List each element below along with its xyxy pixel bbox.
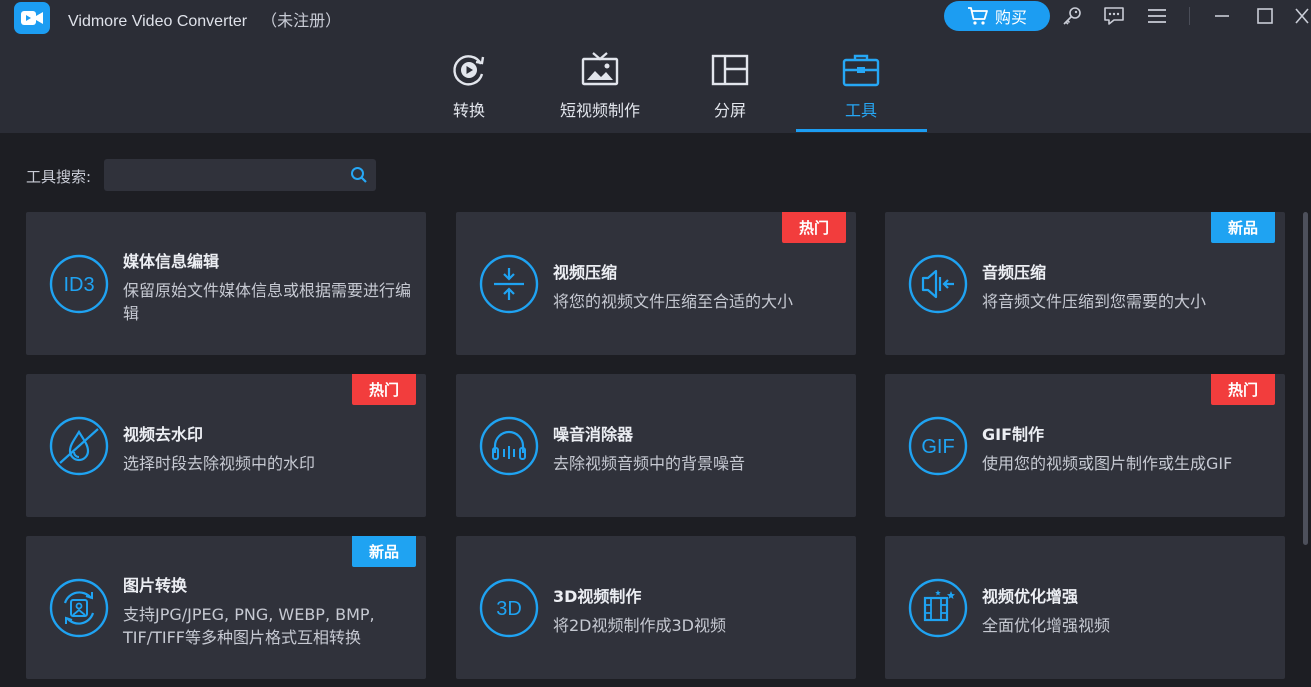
tool-description: 将您的视频文件压缩至合适的大小: [553, 292, 794, 311]
tab-short-video[interactable]: 短视频制作: [550, 50, 650, 133]
gif-icon: GIF: [908, 416, 968, 476]
headphones-icon: [479, 416, 539, 476]
tool-description: 使用您的视频或图片制作或生成GIF: [982, 454, 1233, 473]
search-icon[interactable]: [348, 165, 370, 185]
hot-badge: 热门: [1211, 374, 1275, 405]
enhance-icon: [908, 578, 968, 638]
tool-card-image-convert[interactable]: 新品 图片转换 支持JPG/JPEG, PNG, WEBP, BMP, TIF/…: [26, 536, 426, 679]
menu-icon[interactable]: [1144, 4, 1170, 28]
maximize-icon[interactable]: [1252, 4, 1278, 28]
image-convert-icon: [49, 578, 109, 638]
tool-title: 媒体信息编辑: [123, 252, 220, 271]
tool-description: 全面优化增强视频: [982, 616, 1111, 635]
tool-card-3d-maker[interactable]: 3D 3D视频制作 将2D视频制作成3D视频: [456, 536, 856, 679]
svg-text:GIF: GIF: [921, 436, 954, 458]
id3-icon: ID3: [49, 254, 109, 314]
tool-card-video-enhance[interactable]: 视频优化增强 全面优化增强视频: [885, 536, 1285, 679]
title-bar: Vidmore Video Converter （未注册） 购买 转换 短视频制…: [0, 0, 1311, 133]
tool-card-media-info[interactable]: ID3 媒体信息编辑 保留原始文件媒体信息或根据需要进行编辑: [26, 212, 426, 355]
tool-description: 去除视频音频中的背景噪音: [553, 454, 746, 473]
buy-label: 购买: [994, 8, 1027, 27]
tool-card-gif-maker[interactable]: 热门 GIF GIF制作 使用您的视频或图片制作或生成GIF: [885, 374, 1285, 517]
tool-description: 支持JPG/JPEG, PNG, WEBP, BMP, TIF/TIFF等多种图…: [123, 605, 375, 647]
tool-title: 视频优化增强: [982, 587, 1079, 606]
tool-card-noise-remover[interactable]: 噪音消除器 去除视频音频中的背景噪音: [456, 374, 856, 517]
feedback-icon[interactable]: [1101, 4, 1127, 28]
tab-tools-label: 工具: [844, 101, 877, 120]
hot-badge: 热门: [782, 212, 846, 243]
tab-split-screen[interactable]: 分屏: [699, 50, 761, 133]
tool-description: 将音频文件压缩到您需要的大小: [982, 292, 1207, 311]
tool-card-video-compress[interactable]: 热门 视频压缩 将您的视频文件压缩至合适的大小: [456, 212, 856, 355]
tab-convert[interactable]: 转换: [438, 50, 500, 133]
svg-text:ID3: ID3: [63, 274, 94, 296]
tool-card-watermark-remove[interactable]: 热门 视频去水印 选择时段去除视频中的水印: [26, 374, 426, 517]
buy-button[interactable]: 购买: [944, 1, 1050, 31]
watermark-remove-icon: [49, 416, 109, 476]
active-tab-indicator: [796, 129, 927, 132]
app-title: Vidmore Video Converter （未注册）: [68, 7, 341, 31]
close-icon[interactable]: [1293, 4, 1311, 28]
scrollbar[interactable]: [1303, 212, 1308, 545]
tool-title: 视频去水印: [123, 425, 204, 444]
svg-text:3D: 3D: [496, 598, 522, 620]
split-screen-icon: [711, 54, 749, 86]
search-input[interactable]: [104, 159, 342, 191]
minimize-icon[interactable]: [1209, 4, 1235, 28]
tool-title: 视频压缩: [553, 263, 618, 282]
app-logo-icon: [14, 2, 50, 34]
tab-short-video-label: 短视频制作: [559, 101, 640, 120]
tab-tools[interactable]: 工具: [830, 50, 892, 133]
new-badge: 新品: [352, 536, 416, 567]
search-label: 工具搜索:: [26, 168, 92, 186]
tool-description: 选择时段去除视频中的水印: [123, 454, 316, 473]
audio-compress-icon: [908, 254, 968, 314]
tool-title: GIF制作: [982, 425, 1045, 444]
search-box: [104, 159, 376, 191]
tab-convert-label: 转换: [452, 101, 485, 120]
registration-status: （未注册）: [261, 13, 342, 30]
tool-title: 噪音消除器: [553, 425, 634, 444]
toolbox-icon: [842, 54, 880, 87]
tool-description: 将2D视频制作成3D视频: [553, 616, 727, 635]
tool-description: 保留原始文件媒体信息或根据需要进行编辑: [123, 281, 412, 323]
tab-split-screen-label: 分屏: [713, 101, 746, 120]
hot-badge: 热门: [352, 374, 416, 405]
tool-title: 3D视频制作: [553, 587, 642, 606]
app-name: Vidmore Video Converter: [68, 13, 248, 30]
tool-title: 图片转换: [123, 576, 188, 595]
compress-icon: [479, 254, 539, 314]
tv-icon: [581, 52, 619, 86]
key-icon[interactable]: [1059, 4, 1085, 28]
3d-icon: 3D: [479, 578, 539, 638]
convert-icon: [453, 55, 485, 86]
tool-title: 音频压缩: [982, 263, 1047, 282]
title-bar-divider: [1189, 7, 1190, 25]
cart-icon: [967, 7, 988, 25]
new-badge: 新品: [1211, 212, 1275, 243]
tool-card-audio-compress[interactable]: 新品 音频压缩 将音频文件压缩到您需要的大小: [885, 212, 1285, 355]
